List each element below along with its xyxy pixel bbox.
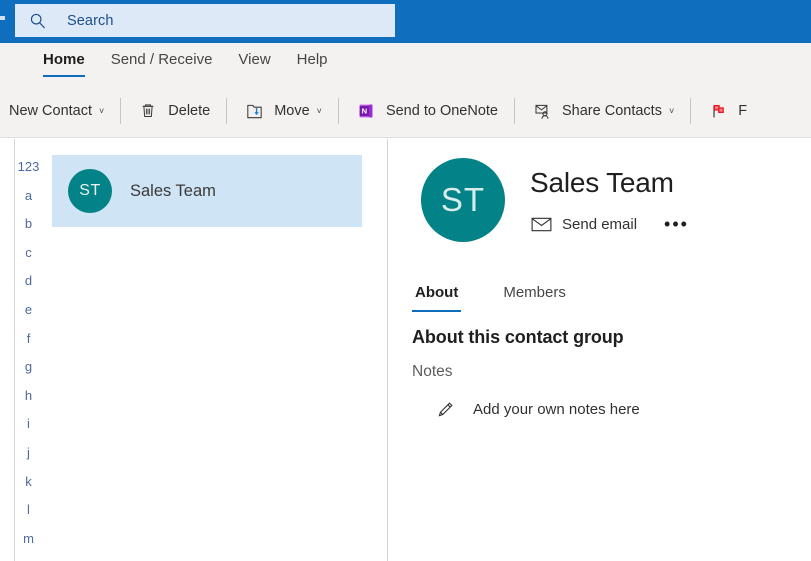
detail-header-text: Sales Team Send email ••• xyxy=(530,158,689,233)
flag-icon xyxy=(707,100,729,122)
trash-icon xyxy=(137,100,159,122)
detail-header: ST Sales Team Send email ••• xyxy=(421,158,689,242)
search-input[interactable]: Search xyxy=(15,4,395,37)
search-icon xyxy=(30,13,45,28)
send-email-button[interactable]: Send email xyxy=(530,215,637,233)
list-item[interactable]: ST Sales Team xyxy=(52,155,362,227)
alpha-index-e[interactable]: e xyxy=(15,303,42,316)
avatar-initials: ST xyxy=(440,181,486,218)
follow-up-label: F xyxy=(738,103,748,119)
about-section: About this contact group Notes Add your … xyxy=(412,327,802,420)
contact-name: Sales Team xyxy=(130,181,216,200)
about-heading: About this contact group xyxy=(412,327,624,347)
alpha-index-a[interactable]: a xyxy=(15,189,42,202)
tab-send-receive[interactable]: Send / Receive xyxy=(98,43,226,74)
tab-about[interactable]: About xyxy=(412,280,462,312)
more-options-button[interactable]: ••• xyxy=(664,215,689,233)
tab-send-receive-label: Send / Receive xyxy=(110,51,213,68)
alpha-index-f[interactable]: f xyxy=(15,332,42,345)
avatar: ST xyxy=(421,158,505,242)
pencil-icon xyxy=(434,398,456,420)
command-separator xyxy=(514,98,515,124)
move-folder-icon xyxy=(243,100,265,122)
send-to-onenote-button[interactable]: N Send to OneNote xyxy=(346,94,507,128)
send-to-onenote-label: Send to OneNote xyxy=(385,103,498,119)
detail-tab-strip: About Members xyxy=(412,280,608,312)
ribbon-tab-strip: Home Send / Receive View Help xyxy=(0,43,341,83)
avatar: ST xyxy=(68,169,112,213)
command-separator xyxy=(226,98,228,124)
alpha-index-j[interactable]: j xyxy=(15,446,42,459)
chevron-down-icon[interactable]: ˅ xyxy=(669,106,674,116)
delete-label: Delete xyxy=(168,103,211,119)
add-notes-button[interactable]: Add your own notes here xyxy=(434,398,802,420)
ribbon: Home Send / Receive View Help New Contac… xyxy=(0,43,811,138)
alpha-index-b[interactable]: b xyxy=(15,217,42,230)
tab-help-label: Help xyxy=(296,51,328,68)
chevron-down-icon[interactable]: ˅ xyxy=(99,106,104,116)
alpha-index-k[interactable]: k xyxy=(15,475,42,488)
alpha-index-g[interactable]: g xyxy=(15,360,42,373)
tab-members[interactable]: Members xyxy=(500,280,569,312)
onenote-icon: N xyxy=(355,100,377,122)
share-contacts-icon xyxy=(531,100,553,122)
move-button[interactable]: Move ˅ xyxy=(234,94,331,128)
tab-members-label: Members xyxy=(503,284,566,301)
alpha-index-123[interactable]: 123 xyxy=(15,160,42,173)
detail-action-row: Send email ••• xyxy=(530,215,689,233)
share-contacts-button[interactable]: Share Contacts ˅ xyxy=(522,94,683,128)
command-separator xyxy=(337,98,339,124)
follow-up-flag-button[interactable]: F xyxy=(698,94,756,128)
search-placeholder: Search xyxy=(67,12,114,29)
outlook-people-window: Search Home Send / Receive View Help New… xyxy=(0,0,811,561)
alpha-index-c[interactable]: c xyxy=(15,246,42,259)
send-email-label: Send email xyxy=(562,215,638,233)
alpha-index-l[interactable]: l xyxy=(15,503,42,516)
alpha-index-i[interactable]: i xyxy=(15,417,42,430)
tab-about-label: About xyxy=(415,284,459,301)
alpha-index-d[interactable]: d xyxy=(15,274,42,287)
delete-button[interactable]: Delete xyxy=(128,94,219,128)
page-title: Sales Team xyxy=(530,167,674,198)
avatar-initials: ST xyxy=(79,182,101,199)
tab-view-label: View xyxy=(238,51,271,68)
notes-placeholder: Add your own notes here xyxy=(473,400,640,418)
alpha-index-h[interactable]: h xyxy=(15,389,42,402)
share-contacts-label: Share Contacts xyxy=(562,103,662,119)
envelope-icon xyxy=(530,215,552,233)
command-separator xyxy=(120,98,122,124)
tab-view[interactable]: View xyxy=(225,43,283,74)
contact-list-pane: ST Sales Team xyxy=(42,139,387,561)
content-area: 123 a b c d e f g h i j k l m ST Sales T… xyxy=(0,139,811,561)
command-separator xyxy=(690,98,692,124)
new-contact-label: New Contact xyxy=(9,103,93,119)
notes-label: Notes xyxy=(412,363,453,380)
tab-help[interactable]: Help xyxy=(284,43,341,74)
new-contact-button[interactable]: New Contact ˅ xyxy=(0,94,113,128)
tab-home-label: Home xyxy=(43,51,85,68)
window-edge-stub xyxy=(0,16,5,20)
title-bar: Search xyxy=(0,0,811,43)
ribbon-command-bar: New Contact ˅ Delete Move ˅ N Send to On… xyxy=(0,86,756,136)
chevron-down-icon[interactable]: ˅ xyxy=(317,106,322,116)
alphabet-index-rail: 123 a b c d e f g h i j k l m xyxy=(14,139,42,561)
alpha-index-m[interactable]: m xyxy=(15,532,42,545)
move-label: Move xyxy=(274,103,310,119)
svg-text:N: N xyxy=(362,106,368,115)
tab-home[interactable]: Home xyxy=(30,43,98,77)
